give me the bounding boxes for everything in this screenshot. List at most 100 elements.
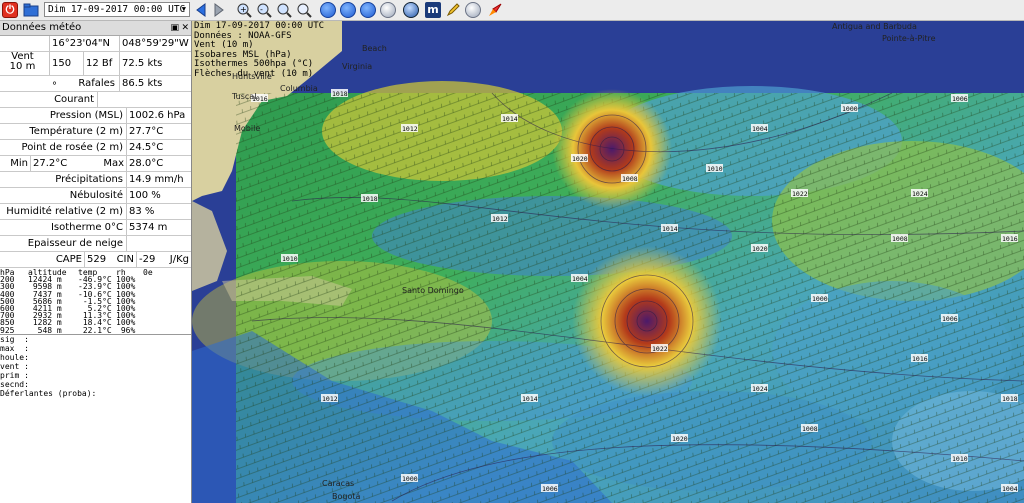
wave-table-row: secnd: <box>0 380 29 389</box>
back-button[interactable] <box>195 3 207 17</box>
cloud-row: Nébulosité 100 % <box>0 188 191 204</box>
refresh-icon[interactable] <box>465 2 481 18</box>
isobar-label: 1004 <box>752 125 768 133</box>
isobar-label: 1010 <box>707 165 723 173</box>
m-logo-button[interactable]: m <box>425 2 441 18</box>
pencil-icon[interactable] <box>445 2 461 18</box>
place-label: Beach <box>362 44 387 53</box>
zoom-in-button[interactable]: + <box>236 2 252 18</box>
map-canvas[interactable]: 1016 1018 1012 1014 1020 1008 1010 1004 1000 1006… <box>192 21 1024 503</box>
zoom-selection-button[interactable] <box>296 2 312 18</box>
cin-label: CIN <box>116 254 134 265</box>
cloud-label: Nébulosité <box>69 190 123 201</box>
isobar-label: 1020 <box>672 435 688 443</box>
isobar-label: 1016 <box>1002 235 1018 243</box>
wave-table-row: houle: <box>0 353 29 362</box>
nav-up-icon[interactable] <box>360 2 376 18</box>
temperature-row: Température (2 m) 27.7°C <box>0 124 191 140</box>
humidity-row: Humidité relative (2 m) 83 % <box>0 204 191 220</box>
temperature-value: 27.7°C <box>126 124 191 139</box>
close-panel-icon[interactable]: ✕ <box>181 21 189 35</box>
snow-label: Epaisseur de neige <box>27 238 123 249</box>
chevron-down-icon: ▼ <box>181 5 186 13</box>
pressure-row: Pression (MSL) 1002.6 hPa <box>0 108 191 124</box>
max-label: Max <box>103 158 124 169</box>
pressure-label: Pression (MSL) <box>49 110 123 121</box>
hurricane-maria <box>572 246 722 396</box>
isobar-label: 1010 <box>952 455 968 463</box>
date-selector[interactable]: Dim 17-09-2017 00:00 UTC ▼ <box>44 2 190 17</box>
close-app-button[interactable]: ⏻ <box>2 2 18 18</box>
position-row: 16°23'04"N 048°59'29"W <box>0 36 191 52</box>
precipitation-value: 14.9 mm/h <box>126 172 191 187</box>
isobar-label: 1012 <box>492 215 508 223</box>
wave-table-row: vent : <box>0 362 29 371</box>
wave-table: sig : max : houle: vent : prim : secnd: Déferl… <box>0 335 191 405</box>
place-label: Bogotá <box>332 492 360 501</box>
cin-value: -29 <box>136 252 166 267</box>
isobar-label: 1020 <box>572 155 588 163</box>
isobar-label: 1000 <box>812 295 828 303</box>
wind-beaufort-value: 12 Bf <box>83 52 115 75</box>
folder-icon <box>23 3 39 17</box>
cloud-value: 100 % <box>126 188 191 203</box>
isobar-label: 1006 <box>952 95 968 103</box>
isotherm-value: 5374 m <box>126 220 191 235</box>
float-panel-icon[interactable]: ▣ <box>170 21 179 35</box>
snow-row: Epaisseur de neige <box>0 236 191 252</box>
cape-row: CAPE 529 CIN -29 J/Kg <box>0 252 191 268</box>
globe-icon[interactable] <box>403 2 419 18</box>
weather-map[interactable]: 1016 1018 1012 1014 1020 1008 1010 1004 1000 1006… <box>192 21 1024 503</box>
gust-value: 86.5 kts <box>119 76 191 91</box>
isobar-label: 1018 <box>1002 395 1018 403</box>
cape-value: 529 <box>84 252 114 267</box>
isotherm-label: Isotherme 0°C <box>50 222 123 233</box>
map-info-overlay: Dim 17-09-2017 00:00 UTC Données : NOAA-G… <box>194 21 324 79</box>
nav-left-icon[interactable] <box>320 2 336 18</box>
isobar-label: 1010 <box>282 255 298 263</box>
wind-height-label: 10 m <box>9 61 36 72</box>
wind-row: Vent 10 m 150 ° 12 Bf 72.5 kts <box>0 52 191 92</box>
isobar-label: 1022 <box>652 345 668 353</box>
place-label: Mobile <box>234 124 260 133</box>
isobar-label: 1024 <box>752 385 768 393</box>
zoom-fit-button[interactable] <box>276 2 292 18</box>
forward-button[interactable] <box>213 3 225 17</box>
rocket-icon[interactable] <box>487 2 503 18</box>
cape-label: CAPE <box>55 254 82 265</box>
place-label: Tuscal <box>231 92 256 101</box>
svg-text:+: + <box>240 5 247 14</box>
pressure-value: 1002.6 hPa <box>126 108 191 123</box>
panel-title: Données météo <box>2 22 82 33</box>
date-selector-value: Dim 17-09-2017 00:00 UTC <box>48 4 186 15</box>
current-value <box>97 92 125 107</box>
dewpoint-label: Point de rosée (2 m) <box>21 142 123 153</box>
jkg-label: J/Kg <box>169 254 189 265</box>
nav-down-icon[interactable] <box>380 2 396 18</box>
toolbar: ⏻ Dim 17-09-2017 00:00 UTC ▼ + - m <box>0 0 1024 21</box>
longitude-value: 048°59'29"W <box>119 36 191 51</box>
gust-row: Rafales 86.5 kts <box>0 76 191 92</box>
place-label: Columbia <box>280 84 318 93</box>
place-label: Virginia <box>342 62 372 71</box>
snow-value <box>126 236 191 251</box>
isobar-label: 1012 <box>402 125 418 133</box>
open-file-button[interactable] <box>23 2 39 18</box>
panel-title-bar: Données météo ▣ ✕ <box>0 21 191 36</box>
precipitation-row: Précipitations 14.9 mm/h <box>0 172 191 188</box>
current-row: Courant <box>0 92 191 108</box>
weather-data-panel: Données météo ▣ ✕ 16°23'04"N 048°59'29"W… <box>0 21 192 503</box>
place-label: Pointe-à-Pitre <box>882 34 936 43</box>
place-label: Santo Domingo <box>402 286 464 295</box>
isobar-label: 1014 <box>502 115 518 123</box>
nav-right-icon[interactable] <box>340 2 356 18</box>
dewpoint-value: 24.5°C <box>126 140 191 155</box>
temperature-label: Température (2 m) <box>29 126 123 137</box>
minmax-row: Min 27.2°C Max 28.0°C <box>0 156 191 172</box>
wave-table-row: max : <box>0 344 29 353</box>
isobar-label: 1006 <box>542 485 558 493</box>
gust-label: Rafales <box>78 78 115 89</box>
zoom-out-button[interactable]: - <box>256 2 272 18</box>
humidity-label: Humidité relative (2 m) <box>6 206 123 217</box>
isotherm-row: Isotherme 0°C 5374 m <box>0 220 191 236</box>
